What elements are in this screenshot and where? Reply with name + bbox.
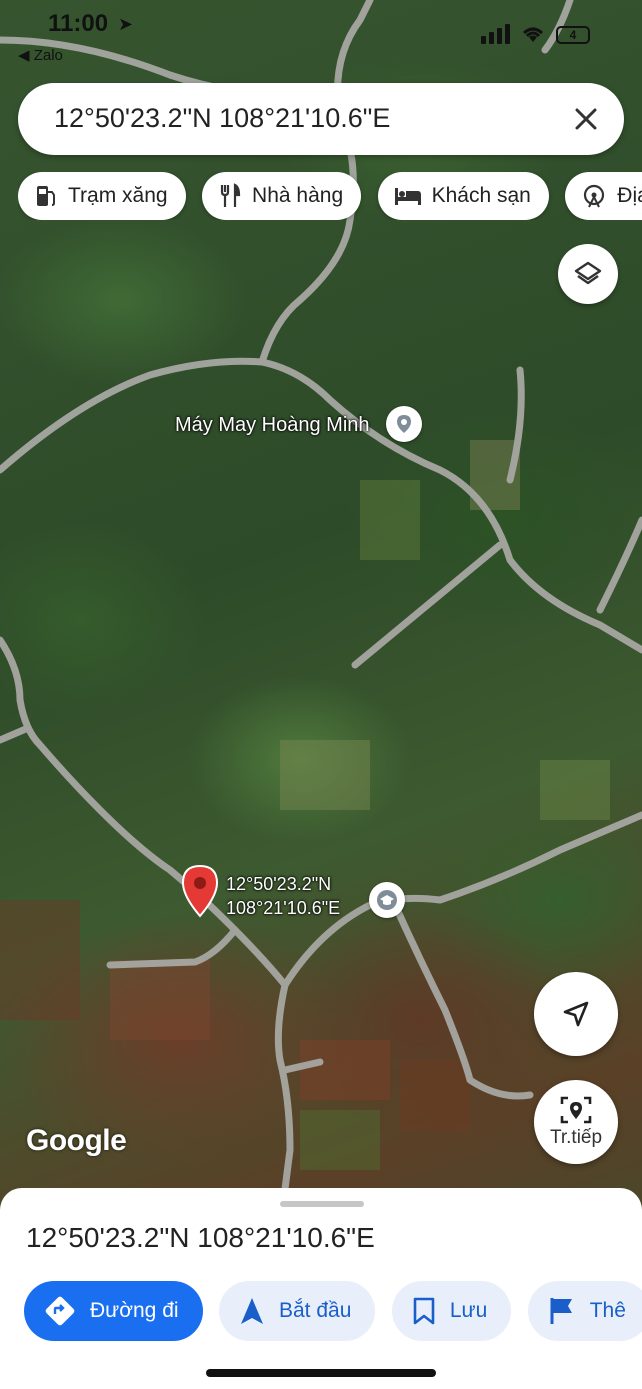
pin-longitude: 108°21'10.6"E <box>226 898 341 918</box>
sheet-title: 12°50'23.2"N 108°21'10.6"E <box>26 1222 375 1253</box>
bottom-sheet[interactable]: 12°50'23.2"N 108°21'10.6"E Đường đi Bắt … <box>0 1188 642 1389</box>
place-label[interactable]: Máy May Hoàng Minh <box>175 414 370 437</box>
save-button[interactable]: Lưu <box>391 1281 512 1341</box>
hotel-icon <box>394 188 421 205</box>
layers-button[interactable] <box>558 244 618 304</box>
pin-latitude: 12°50'23.2"N <box>226 874 332 894</box>
close-icon[interactable] <box>570 103 602 135</box>
chip-gas-station[interactable]: Trạm xăng <box>18 172 186 220</box>
add-label-button[interactable]: Thê <box>527 1281 642 1341</box>
google-logo: Google <box>26 1124 127 1157</box>
chip-attractions[interactable]: Địa đ <box>565 172 642 220</box>
layers-icon <box>574 261 602 285</box>
category-chips: Trạm xăng Nhà hàng Khách sạn Địa đ <box>18 172 642 220</box>
directions-icon <box>45 1296 75 1326</box>
start-button[interactable]: Bắt đầu <box>219 1281 376 1341</box>
pin-coordinates-label: 12°50'23.2"N 108°21'10.6"E <box>226 872 340 920</box>
home-indicator[interactable] <box>206 1369 436 1377</box>
restaurant-icon <box>220 183 241 207</box>
my-location-button[interactable] <box>534 972 618 1056</box>
dropped-pin-icon[interactable] <box>180 864 220 920</box>
gas-station-icon <box>37 186 55 206</box>
navigation-arrow-icon <box>563 1001 589 1027</box>
cellular-signal-icon <box>481 24 510 44</box>
status-icons: 4 <box>481 24 590 44</box>
search-input[interactable]: 12°50'23.2"N 108°21'10.6"E <box>54 103 390 134</box>
battery-icon: 4 <box>556 26 590 44</box>
save-label: Lưu <box>449 1299 488 1322</box>
navigation-arrow-icon <box>241 1298 263 1324</box>
action-buttons: Đường đi Bắt đầu Lưu Thê <box>24 1281 642 1341</box>
school-pin-icon[interactable] <box>369 882 405 918</box>
place-pin-icon[interactable] <box>386 406 422 442</box>
directions-button[interactable]: Đường đi <box>24 1281 203 1341</box>
back-to-app-link[interactable]: ◀ Zalo <box>18 46 63 64</box>
location-arrow-icon: ➤ <box>118 14 134 34</box>
flag-icon <box>550 1298 572 1324</box>
wifi-icon <box>523 27 543 42</box>
status-time: 11:00 <box>48 10 109 37</box>
bookmark-icon <box>413 1297 435 1325</box>
chip-label: Khách sạn <box>431 184 531 207</box>
live-view-label: Tr.tiếp <box>549 1127 603 1148</box>
attraction-icon <box>584 184 605 208</box>
start-label: Bắt đầu <box>279 1299 352 1322</box>
chip-label: Trạm xăng <box>68 184 168 207</box>
chip-hotel[interactable]: Khách sạn <box>377 172 549 220</box>
live-view-button[interactable]: Tr.tiếp <box>534 1080 618 1164</box>
chip-restaurant[interactable]: Nhà hàng <box>202 172 362 220</box>
search-bar[interactable]: 12°50'23.2"N 108°21'10.6"E <box>18 83 624 155</box>
status-bar: 11:00 ➤ ◀ Zalo 4 <box>0 0 642 70</box>
sheet-drag-handle[interactable] <box>280 1201 364 1207</box>
chip-label: Nhà hàng <box>252 184 344 207</box>
directions-label: Đường đi <box>90 1299 179 1322</box>
chip-label: Địa đ <box>617 184 642 207</box>
add-label-text: Thê <box>589 1299 626 1322</box>
live-view-icon <box>560 1096 592 1124</box>
